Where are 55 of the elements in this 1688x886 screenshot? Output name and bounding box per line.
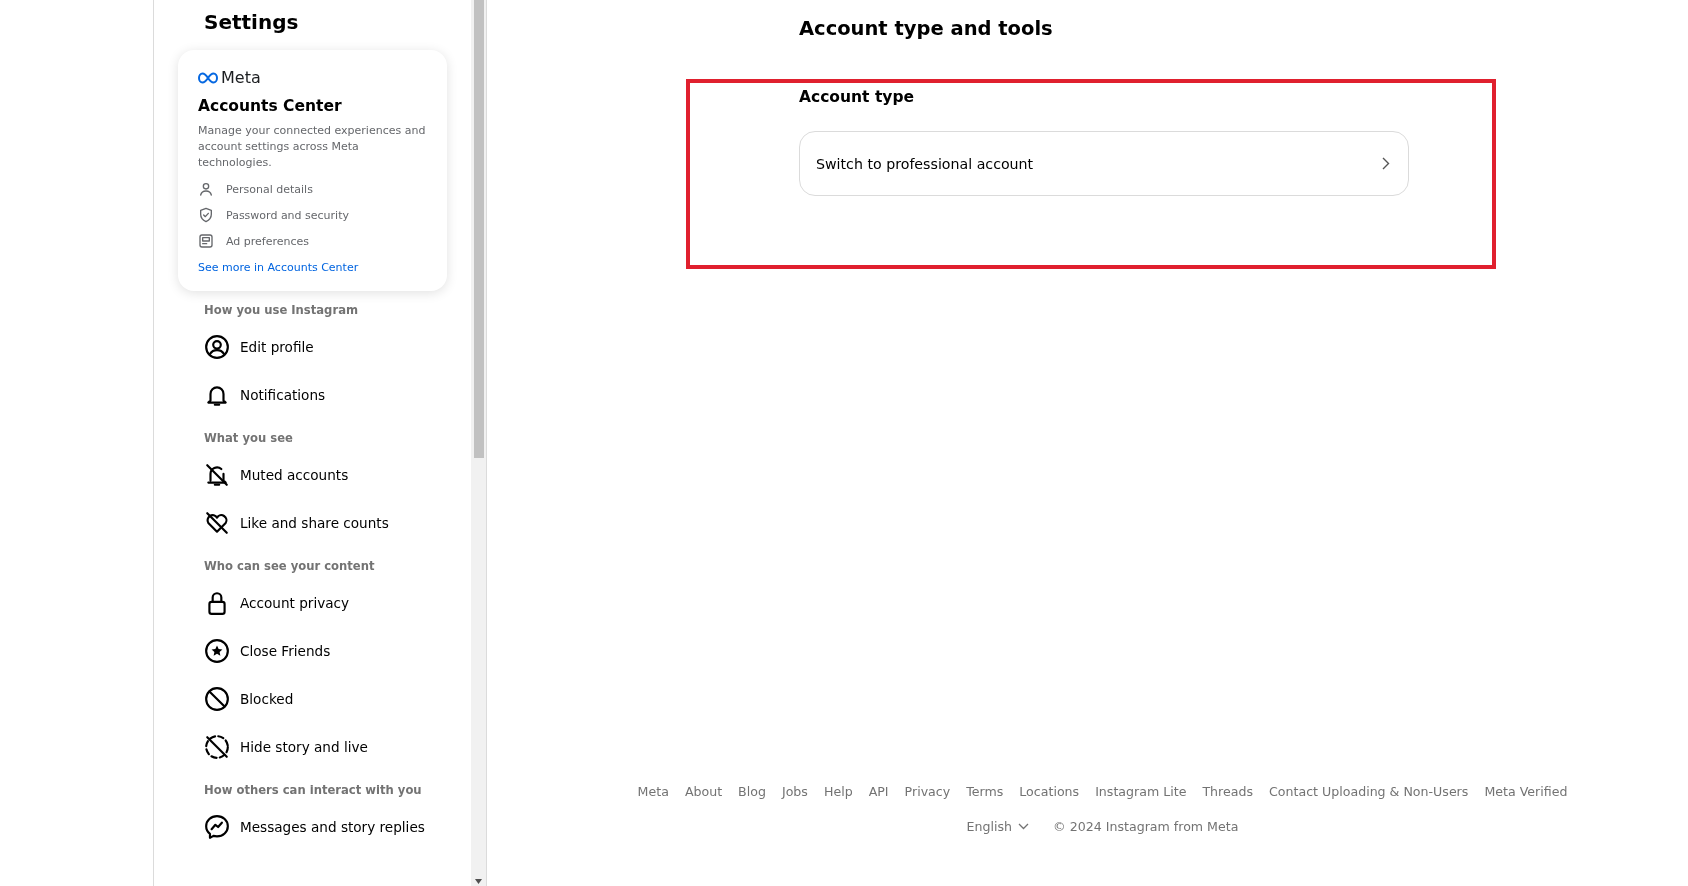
card-description: Manage your connected experiences and account settings across Meta technologies.: [198, 123, 427, 171]
footer-link[interactable]: API: [868, 784, 889, 799]
settings-menu-item[interactable]: Close Friends: [178, 627, 471, 675]
infinity-logo-icon: [198, 71, 218, 84]
page-title: Account type and tools: [799, 16, 1054, 42]
footer-link[interactable]: Blog: [738, 784, 766, 799]
footer-link[interactable]: Meta Verified: [1484, 784, 1568, 799]
account-settings-link[interactable]: Ad preferences: [198, 233, 429, 249]
settings-title: Settings: [204, 10, 300, 34]
card-title: Accounts Center: [198, 97, 343, 115]
footer-link[interactable]: Terms: [966, 784, 1004, 799]
scrollbar-thumb[interactable]: [474, 0, 484, 458]
settings-menu-item[interactable]: Blocked: [178, 675, 471, 723]
settings-menu-item[interactable]: Notifications: [178, 371, 471, 419]
language-selector[interactable]: English: [966, 819, 1030, 834]
section-heading: Who can see your content: [204, 559, 376, 573]
copyright-text: © 2024 Instagram from Meta: [1053, 819, 1239, 834]
heart-slash-icon: [204, 510, 230, 536]
bell-slash-icon: [204, 462, 230, 488]
block-icon: [204, 686, 230, 712]
chevron-right-icon: [1382, 157, 1390, 170]
professional-account-option[interactable]: Switch to professional account: [799, 131, 1409, 196]
footer-link[interactable]: Jobs: [781, 784, 808, 799]
footer-link[interactable]: Instagram Lite: [1095, 784, 1187, 799]
settings-menu-item[interactable]: Edit profile: [178, 323, 471, 371]
footer-link[interactable]: About: [684, 784, 723, 799]
star-circle-icon: [204, 638, 230, 664]
footer-link[interactable]: Threads: [1202, 784, 1253, 799]
footer-link[interactable]: Help: [823, 784, 853, 799]
ad-board-icon: [198, 233, 214, 249]
chevron-down-icon: [1018, 823, 1030, 830]
see-more-link[interactable]: See more in Accounts Center: [198, 261, 359, 274]
account-settings-link[interactable]: Personal details: [198, 181, 429, 197]
settings-menu-item[interactable]: Hide story and live: [178, 723, 471, 771]
person-icon: [198, 181, 214, 197]
settings-menu-item[interactable]: Account privacy: [178, 579, 471, 627]
footer-link[interactable]: Privacy: [904, 784, 951, 799]
section-heading: How others can interact with you: [204, 783, 423, 797]
scrollbar[interactable]: [471, 0, 486, 886]
settings-menu-item[interactable]: Like and share counts: [178, 499, 471, 547]
scroll-down-icon[interactable]: [475, 879, 482, 884]
messenger-icon: [204, 814, 230, 840]
footer-link[interactable]: Locations: [1019, 784, 1080, 799]
settings-menu-item[interactable]: Muted accounts: [178, 451, 471, 499]
settings-menu-item[interactable]: Messages and story replies: [178, 803, 471, 851]
footer-link[interactable]: Contact Uploading & Non-Users: [1269, 784, 1469, 799]
dashed-circle-slash-icon: [204, 734, 230, 760]
profile-circle-icon: [204, 334, 230, 360]
section-heading: What you see: [204, 431, 294, 445]
footer-link[interactable]: Meta: [637, 784, 669, 799]
shield-check-icon: [198, 207, 214, 223]
account-settings-link[interactable]: Password and security: [198, 207, 429, 223]
brand-name: Meta: [221, 68, 261, 87]
section-heading: How you use Instagram: [204, 303, 360, 317]
section-title: Account type: [799, 88, 916, 106]
